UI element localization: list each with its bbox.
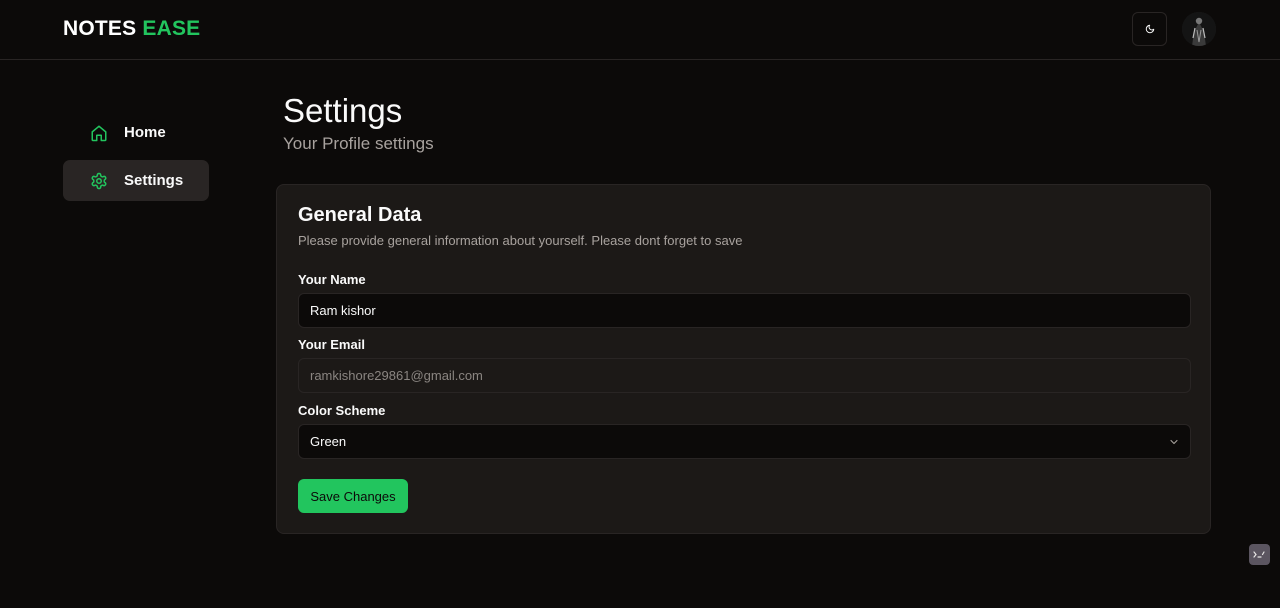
app-root: NOTES EASE Home Settings Settings Your P… [0, 0, 1280, 608]
sidebar-item-label: Home [124, 124, 166, 141]
logo-notes: NOTES [63, 17, 137, 40]
color-scheme-label: Color Scheme [298, 403, 386, 418]
chevron-down-icon [1168, 436, 1180, 448]
name-input[interactable]: Ram kishor [298, 293, 1191, 328]
gear-icon [90, 172, 108, 190]
sidebar-item-home[interactable]: Home [63, 112, 209, 153]
theme-toggle-button[interactable] [1132, 12, 1167, 46]
name-label: Your Name [298, 272, 366, 287]
name-input-value: Ram kishor [310, 303, 376, 318]
page-title: Settings [283, 92, 403, 129]
app-logo[interactable]: NOTES EASE [63, 17, 200, 41]
logo-ease: EASE [142, 17, 201, 40]
color-scheme-select[interactable]: Green [298, 424, 1191, 459]
dev-tools-icon[interactable] [1249, 544, 1270, 565]
scrollbar-track[interactable] [1272, 60, 1280, 608]
color-scheme-value: Green [310, 434, 347, 449]
general-data-card: General Data Please provide general info… [276, 184, 1211, 534]
page-subtitle: Your Profile settings [283, 134, 434, 153]
email-input-value: ramkishore29861@gmail.com [310, 368, 483, 383]
top-header: NOTES EASE [0, 0, 1280, 60]
email-label: Your Email [298, 337, 365, 352]
moon-icon [1145, 24, 1155, 34]
card-title: General Data [298, 204, 422, 226]
home-icon [90, 124, 108, 142]
card-description: Please provide general information about… [298, 233, 743, 248]
save-changes-button[interactable]: Save Changes [298, 479, 408, 513]
email-input[interactable]: ramkishore29861@gmail.com [298, 358, 1191, 393]
sidebar: Home Settings [63, 112, 209, 208]
sidebar-item-settings[interactable]: Settings [63, 160, 209, 201]
sidebar-item-label: Settings [124, 172, 184, 189]
user-avatar[interactable] [1182, 12, 1216, 46]
